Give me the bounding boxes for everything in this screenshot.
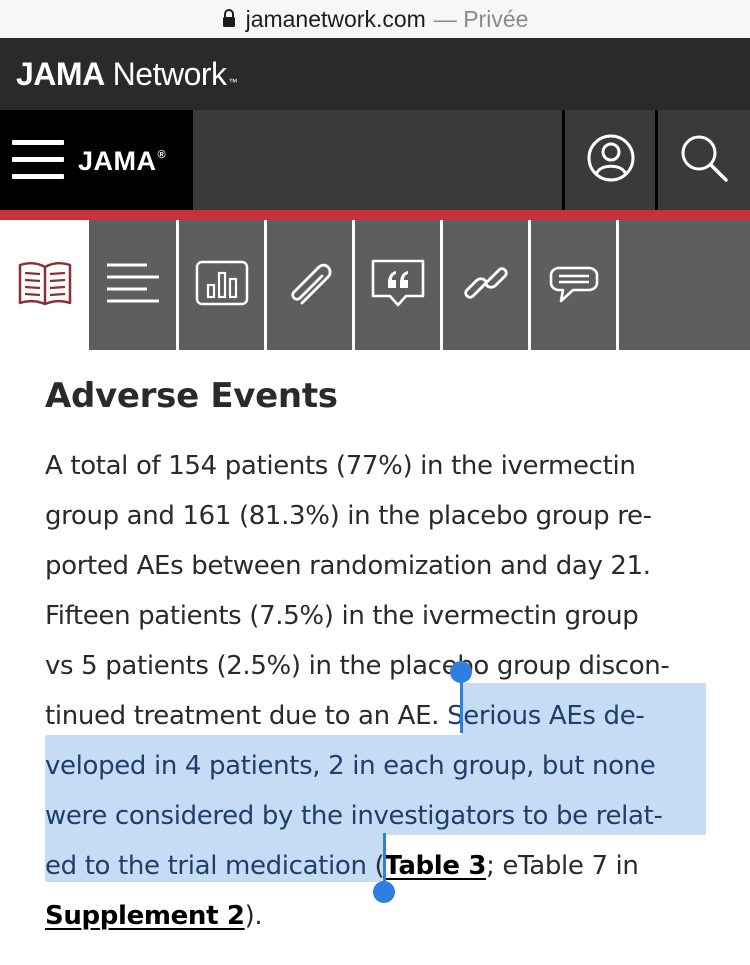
paragraph-line: ed to the trial medication (Table 3; eTa… <box>45 849 639 883</box>
paragraph-line: veloped in 4 patients, 2 in each group, … <box>45 749 656 783</box>
selection-start-knob[interactable] <box>450 661 472 683</box>
paragraph-line: Supplement 2). <box>45 899 263 933</box>
tab-comments[interactable] <box>531 220 616 350</box>
selection-end-handle[interactable] <box>383 833 386 888</box>
paragraph-line: vs 5 patients (2.5%) in the placebo grou… <box>45 651 670 681</box>
tab-figures[interactable] <box>179 220 264 350</box>
cite-quote-icon <box>370 258 426 312</box>
brand-box: JAMA® <box>0 110 193 210</box>
tab-attachments[interactable] <box>267 220 352 350</box>
unselected-text: tinued treatment due to an AE. <box>45 701 440 731</box>
closing-text: ). <box>244 901 263 931</box>
paren-text: ( <box>366 851 385 881</box>
selected-text: were considered by the investigators to … <box>45 801 663 831</box>
tab-empty <box>619 220 750 350</box>
search-button[interactable] <box>658 110 750 210</box>
paragraph-line: tinued treatment due to an AE. Serious AE… <box>45 699 645 733</box>
header-accent-bar <box>0 210 750 220</box>
article-toolbar <box>0 220 750 350</box>
tab-sections[interactable] <box>89 220 176 350</box>
tab-article[interactable] <box>0 220 89 350</box>
selected-text: Serious AEs de- <box>447 701 645 731</box>
article-book-icon <box>17 259 73 311</box>
jama-logo[interactable]: JAMA® <box>78 146 166 177</box>
sections-list-icon <box>105 261 161 309</box>
paragraph-line: Fifteen patients (7.5%) in the ivermecti… <box>45 601 639 631</box>
site-header: JAMA® <box>0 110 750 210</box>
comments-icon <box>545 259 603 311</box>
related-link-icon <box>458 255 514 315</box>
account-button[interactable] <box>565 110 657 210</box>
tab-related[interactable] <box>443 220 528 350</box>
hamburger-menu-icon[interactable] <box>12 138 64 182</box>
table-3-link[interactable]: Table 3 <box>384 851 486 881</box>
supplement-2-link[interactable]: Supplement 2 <box>45 901 245 931</box>
paragraph-line: A total of 154 patients (77%) in the ive… <box>45 451 636 481</box>
paragraph-line: ported AEs between randomization and day… <box>45 551 651 581</box>
tab-cite[interactable] <box>355 220 440 350</box>
figures-chart-icon <box>195 260 249 310</box>
etable-text: ; eTable 7 in <box>486 851 639 881</box>
selected-text: veloped in 4 patients, 2 in each group, … <box>45 751 656 781</box>
private-mode-label: — Privée <box>433 5 529 32</box>
selection-end-knob[interactable] <box>373 881 395 903</box>
url-domain: jamanetwork.com <box>245 5 426 32</box>
jama-logo-text: JAMA <box>78 146 157 176</box>
search-icon <box>678 132 730 188</box>
network-brand-light: Network <box>112 55 227 92</box>
lock-icon <box>222 6 236 33</box>
attachments-paperclip-icon <box>284 257 336 313</box>
section-heading: Adverse Events <box>45 376 338 416</box>
jama-network-bar[interactable]: JAMA Network ™ <box>0 38 750 110</box>
trademark-mark: ™ <box>228 77 238 87</box>
account-icon <box>586 133 636 187</box>
registered-mark: ® <box>157 149 167 161</box>
paragraph-line: were considered by the investigators to … <box>45 799 663 833</box>
paragraph-line: group and 161 (81.3%) in the placebo gro… <box>45 501 652 531</box>
network-brand-bold: JAMA <box>16 55 105 92</box>
browser-url-bar[interactable]: jamanetwork.com — Privée <box>0 0 750 38</box>
selected-text: ed to the trial medication <box>45 851 367 881</box>
